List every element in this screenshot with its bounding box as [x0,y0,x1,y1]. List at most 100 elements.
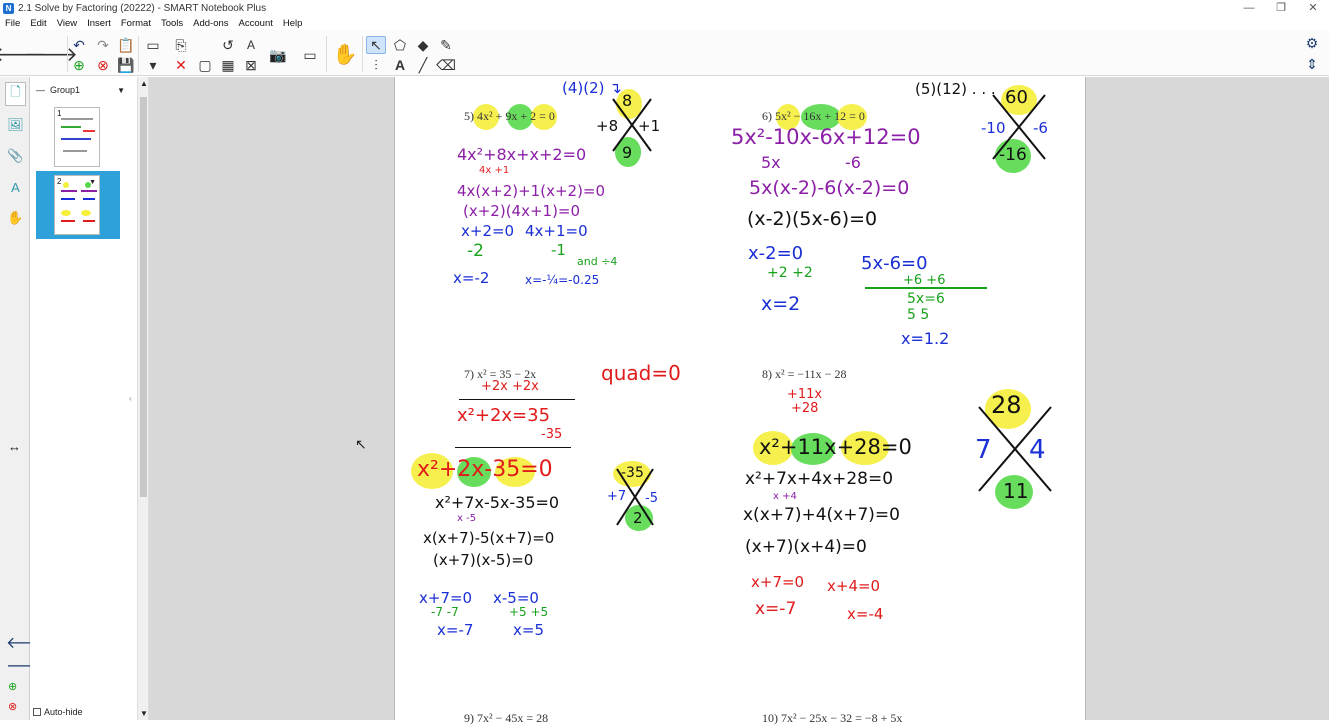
x-right: 4 [1029,435,1046,465]
menu-file[interactable]: File [0,18,25,29]
menu-bar: File Edit View Insert Format Tools Add-o… [0,16,1329,30]
autohide-option[interactable]: Auto-hide [33,707,83,717]
menu-addons[interactable]: Add-ons [188,18,233,29]
eraser-tool-icon[interactable]: ⌫ [436,56,456,74]
p5-step3: (x+2)(4x+1)=0 [463,202,581,220]
menu-tools[interactable]: Tools [156,18,188,29]
document-camera-icon[interactable]: ▭ [300,46,320,64]
add-page-icon[interactable]: ⊕ [69,56,89,74]
side-tab-rail: 🗋 🖼 📎 A ✋ ↔ 🡐 🡒 ⊕ ⊗ [0,77,49,720]
restore-button[interactable]: ❐ [1265,0,1297,16]
pen-tool-icon[interactable]: ✎ [436,36,456,54]
minimize-button[interactable]: — [1233,0,1265,16]
screen-shade-icon[interactable]: ▭ [143,36,163,54]
p7-step6: x(x+7)-5(x+7)=0 [423,529,555,547]
addons-tab[interactable]: ✋ [5,206,26,230]
x-right: +1 [638,117,661,135]
page-menu-icon[interactable]: ▼ [89,179,96,186]
p5-step5a: -2 [467,241,484,261]
p6-step2: 5x(x-2)-6(x-2)=0 [749,177,910,199]
p6-step1: 5x²-10x-6x+12=0 [731,125,921,149]
p7-step5-sub: x -5 [457,513,477,524]
attachments-tab[interactable]: 📎 [5,144,26,168]
delete-page-icon[interactable]: ⊗ [8,700,17,713]
fill-tool-icon[interactable]: ◆ [413,36,433,54]
collapse-panel-icon[interactable]: ‹ [129,394,132,403]
p7-step2: x²+2x=35 [457,405,551,426]
x-bottom: -16 [999,145,1027,165]
gallery-tab[interactable]: 🖼 [5,113,26,137]
collapse-icon[interactable]: — [36,85,45,95]
measurement-tools-icon[interactable]: ⊠ [241,56,261,74]
menu-format[interactable]: Format [116,18,156,29]
shapes-tool-icon[interactable]: ⬠ [390,36,410,54]
group-header[interactable]: — Group1 ▼ [36,85,131,95]
p6-answer-b: x=1.2 [901,329,950,348]
scroll-down-icon[interactable]: ▼ [140,709,148,718]
p7-step3: -35 [541,427,563,442]
select-tool-icon[interactable]: ↖ [366,36,386,54]
problem-8: 8) x² = −11x − 28 [762,367,847,381]
sorter-scrollbar[interactable]: ▲ ▼ [137,77,149,720]
properties-icon[interactable]: ⫶ [366,56,386,74]
delete-icon[interactable]: ✕ [171,56,191,74]
toolbar-divider [67,36,68,72]
next-page-button[interactable]: 🡒 [24,36,78,72]
save-icon[interactable]: 💾 [116,56,136,74]
p8-step7a: x+7=0 [751,573,805,591]
menu-account[interactable]: Account [234,18,278,29]
window-title: 2.1 Solve by Factoring (20222) - SMART N… [18,2,267,14]
menu-help[interactable]: Help [278,18,308,29]
autohide-checkbox[interactable] [33,708,41,716]
p5-step4a: x+2=0 [461,222,515,240]
delete-page-icon[interactable]: ⊗ [93,56,113,74]
undo-icon[interactable]: ↶ [69,36,89,54]
scrollbar-thumb[interactable] [140,97,147,497]
x-right: -5 [645,491,658,506]
p8-answer-b: x=-4 [847,605,884,623]
problem-10: 10) 7x² − 25x − 32 = −8 + 5x [762,711,903,725]
line-tool-icon[interactable]: ╱ [413,56,433,74]
p7-step4: x²+2x-35=0 [417,457,553,482]
page-thumbnail[interactable]: 1 [54,107,100,167]
rotate-icon[interactable]: ↺ [218,36,238,54]
display-options-icon[interactable]: ▾ [143,56,163,74]
properties-tab[interactable]: A [5,175,26,199]
close-button[interactable]: ✕ [1297,0,1329,16]
group-label: Group1 [50,85,81,95]
text-tool-icon[interactable]: A [390,56,410,74]
p6-step1-sub-a: 5x [761,153,781,172]
page-sorter: — Group1 ▼ 1 2 ▼ Auto-hide [30,77,137,720]
menu-edit[interactable]: Edit [25,18,51,29]
p5-step5b: -1 [551,241,566,259]
p6-step5a: +2 +2 [767,265,813,281]
full-screen-icon[interactable]: ▢ [195,56,215,74]
x-left: +7 [607,489,627,504]
table-icon[interactable]: ▦ [218,56,238,74]
paste-icon[interactable]: 📋 [116,36,136,54]
page-thumbnail-selected[interactable]: 2 ▼ [54,175,100,235]
gear-icon[interactable]: ⚙ [1302,34,1322,52]
copy-icon[interactable]: ⎘ [171,36,191,54]
scroll-up-icon[interactable]: ▲ [140,79,148,88]
autohide-label: Auto-hide [44,707,83,717]
resize-handle-icon[interactable]: ↔ [8,439,21,454]
text-format-icon[interactable]: A [241,36,261,54]
addons-icon[interactable]: ✋ [330,36,360,72]
p5-step1-sub: 4x +1 [479,165,510,176]
p7-answer-a: x=-7 [437,621,474,639]
toolbar-divider [138,36,139,72]
p8-answer-a: x=-7 [755,599,797,619]
toolbar-move-icon[interactable]: ⇕ [1302,55,1322,73]
chevron-down-icon[interactable]: ▼ [117,86,125,95]
notebook-page[interactable]: 5) 4x² + 9x + 2 = 0 (4)(2) ↴ 8 +8 +1 9 4… [394,77,1086,725]
p8-step5: x(x+7)+4(x+7)=0 [743,505,900,525]
redo-icon[interactable]: ↷ [93,36,113,54]
p6-step4a: x-2=0 [748,243,804,264]
page-sorter-tab[interactable]: 🗋 [5,82,26,106]
add-page-icon[interactable]: ⊕ [8,680,17,693]
p7-step9b: +5 +5 [509,605,549,619]
menu-view[interactable]: View [52,18,82,29]
menu-insert[interactable]: Insert [82,18,116,29]
camera-icon[interactable]: 📷 [268,46,288,64]
